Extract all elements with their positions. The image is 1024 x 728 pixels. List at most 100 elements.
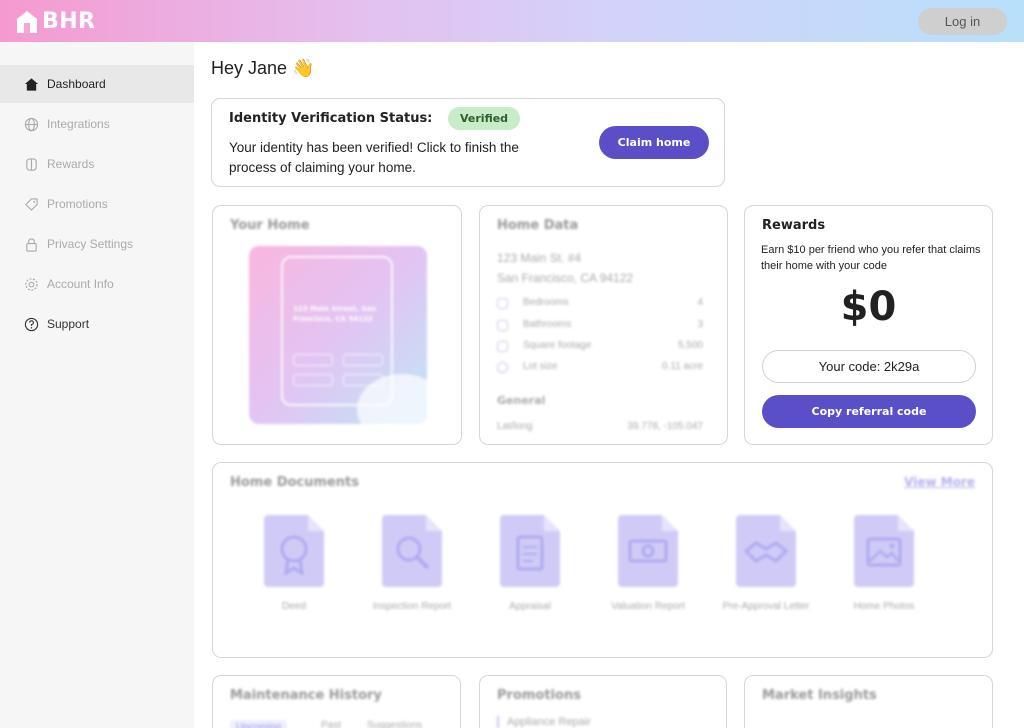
logo-text: BHR	[42, 9, 96, 34]
sidebar-item-label: Promotions	[47, 197, 108, 211]
rewards-title: Rewards	[762, 218, 826, 233]
status-badge: Verified	[448, 107, 521, 130]
promotion-item[interactable]: Appliance Repair	[497, 716, 591, 728]
address-line-2: San Francisco, CA 94122	[497, 271, 634, 285]
page-greeting: Hey Jane 👋	[211, 58, 315, 78]
ruler-icon	[497, 341, 508, 352]
promotions-title: Promotions	[497, 688, 581, 703]
login-button[interactable]: Log in	[918, 8, 1007, 35]
data-row-label: Lat/long	[497, 421, 533, 432]
data-row-label: Bedrooms	[523, 297, 569, 308]
sidebar-item-dashboard[interactable]: Dashboard	[0, 65, 194, 103]
your-home-title: Your Home	[230, 218, 310, 233]
gift-icon	[26, 157, 37, 171]
sidebar-item-label: Privacy Settings	[47, 237, 134, 251]
your-home-card: Your Home 123 Main Street, San Francisco…	[212, 205, 462, 445]
photo-icon	[854, 515, 914, 587]
clipboard-icon	[500, 515, 560, 587]
data-row-label: Lot size	[523, 361, 558, 372]
gear-icon	[25, 277, 38, 291]
sidebar-item-support[interactable]: Support	[0, 305, 194, 343]
document-label: Inspection Report	[372, 601, 452, 612]
sidebar-item-privacy-settings[interactable]: Privacy Settings	[0, 225, 194, 263]
home-preview-image: 123 Main Street, San Francisco, CA 94122	[249, 246, 427, 424]
data-row-label: Square footage	[523, 340, 592, 351]
promotions-card: Promotions Appliance Repair	[479, 675, 727, 728]
sidebar-item-label: Account Info	[47, 277, 114, 291]
document-label: Valuation Report	[611, 601, 685, 612]
lock-icon	[26, 237, 37, 252]
address-line-1: 123 Main St. #4	[497, 251, 582, 265]
home-documents-title: Home Documents	[230, 475, 359, 490]
home-chip	[293, 354, 333, 366]
rewards-card: Rewards Earn $10 per friend who you refe…	[744, 205, 993, 445]
home-data-title: Home Data	[497, 218, 579, 233]
sidebar-item-integrations[interactable]: Integrations	[0, 105, 194, 143]
handshake-icon	[736, 515, 796, 587]
brand-logo[interactable]: BHR	[16, 9, 96, 34]
view-more-link[interactable]: View More	[904, 475, 975, 489]
sidebar-item-rewards[interactable]: Rewards	[0, 145, 194, 183]
tag-icon	[25, 197, 38, 211]
document-appraisal[interactable]: Appraisal	[485, 515, 575, 614]
market-insights-card: Market Insights	[744, 675, 993, 728]
document-label: Pre-Approval Letter	[722, 601, 810, 612]
data-row-value: 5,500	[677, 340, 703, 351]
home-data-card: Home Data 123 Main St. #4 San Francisco,…	[479, 205, 728, 445]
data-row-value: 39.778, -105.047	[627, 421, 703, 432]
general-section-title: General	[497, 394, 546, 407]
home-chip	[293, 374, 333, 386]
sidebar-item-label: Rewards	[47, 157, 95, 171]
document-label: Deed	[282, 601, 306, 612]
document-home-photos[interactable]: Home Photos	[839, 515, 929, 614]
verification-message: Your identity has been verified! Click t…	[229, 140, 519, 175]
document-valuation-report[interactable]: Valuation Report	[603, 515, 693, 614]
data-row-lot-size: Lot size 0.11 acre	[497, 360, 703, 376]
data-row-value: 3	[697, 319, 703, 330]
identity-verification-card: Identity Verification Status: Verified Y…	[211, 98, 725, 187]
sidebar-item-label: Dashboard	[47, 77, 106, 91]
verification-title: Identity Verification Status:	[229, 111, 433, 126]
magnifier-icon	[382, 515, 442, 587]
home-chip	[343, 354, 383, 366]
document-label: Home Photos	[853, 601, 915, 612]
tab-past[interactable]: Past	[321, 720, 341, 728]
sidebar: Dashboard Integrations Rewards Promotion…	[0, 42, 194, 728]
home-documents-card: Home Documents View More Deed Inspection…	[212, 462, 993, 658]
rewards-amount: $0	[840, 284, 897, 330]
house-logo-icon	[17, 10, 37, 33]
data-row-bathrooms: Bathrooms 3	[497, 318, 703, 334]
document-deed[interactable]: Deed	[249, 515, 339, 614]
sidebar-item-promotions[interactable]: Promotions	[0, 185, 194, 223]
home-image-address: 123 Main Street, San Francisco, CA 94122	[293, 305, 377, 323]
globe-icon	[24, 117, 39, 131]
top-header: BHR Log in	[0, 0, 1024, 42]
tab-suggestions[interactable]: Suggestions	[367, 720, 422, 728]
sidebar-item-account-info[interactable]: Account Info	[0, 265, 194, 303]
tab-upcoming[interactable]: Upcoming	[230, 720, 288, 728]
document-label: Appraisal	[509, 601, 551, 612]
globe-icon	[497, 362, 508, 373]
market-insights-title: Market Insights	[762, 688, 877, 703]
data-row-lat-long: Lat/long 39.778, -105.047	[497, 420, 703, 436]
document-inspection-report[interactable]: Inspection Report	[367, 515, 457, 614]
help-icon	[24, 317, 39, 331]
copy-referral-code-button[interactable]: Copy referral code	[762, 395, 976, 428]
bath-icon	[497, 320, 508, 331]
home-data-address: 123 Main St. #4 San Francisco, CA 94122	[497, 248, 633, 288]
rewards-description: Earn $10 per friend who you refer that c…	[761, 244, 981, 272]
data-row-bedrooms: Bedrooms 4	[497, 296, 703, 312]
data-row-label: Bathrooms	[523, 319, 572, 330]
data-row-square-footage: Square footage 5,500	[497, 339, 703, 355]
seal-icon	[264, 515, 324, 587]
data-row-value: 0.11 acre	[662, 361, 703, 372]
claim-home-button[interactable]: Claim home	[599, 126, 709, 159]
document-pre-approval-letter[interactable]: Pre-Approval Letter	[721, 515, 811, 614]
maintenance-history-card: Maintenance History Upcoming Past Sugges…	[212, 675, 461, 728]
maintenance-history-title: Maintenance History	[230, 688, 382, 703]
bed-icon	[497, 298, 508, 309]
sidebar-item-label: Support	[47, 317, 90, 331]
data-row-value: 4	[697, 297, 703, 308]
money-icon	[618, 515, 678, 587]
home-icon	[24, 77, 39, 91]
